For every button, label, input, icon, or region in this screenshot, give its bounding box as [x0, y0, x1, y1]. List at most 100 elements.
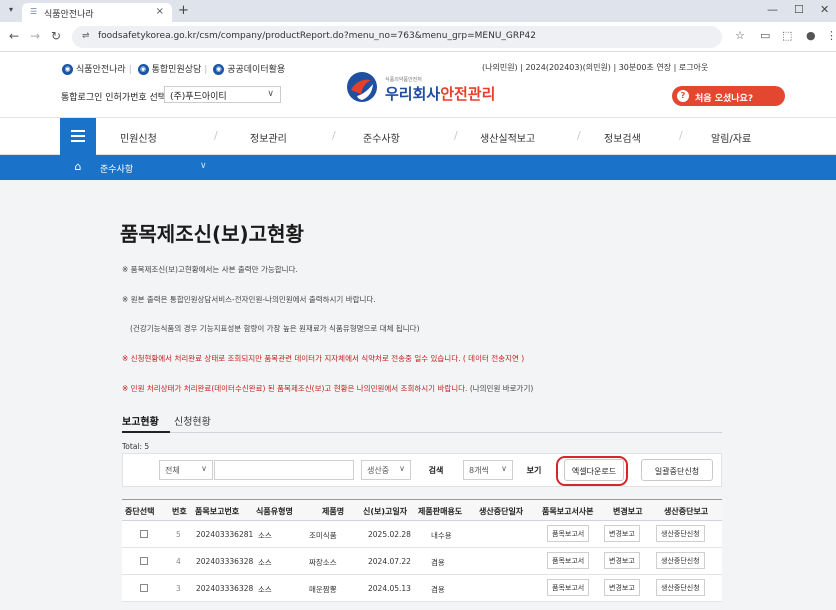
kebab-menu-icon[interactable]: ⋮ [826, 29, 836, 42]
status-select[interactable]: 생산중 ∨ [361, 460, 411, 480]
hamburger-menu-icon[interactable] [60, 118, 96, 155]
change-report-button[interactable]: 변경보고 [604, 552, 640, 569]
quick-link-consult[interactable]: 통합민원상담 [152, 65, 202, 75]
tab-title: 식품안전나라 [44, 10, 94, 20]
nav-item-compliance[interactable]: 준수사항 [363, 130, 400, 145]
cell-number: 4 [176, 557, 181, 566]
table-header: 중단선택 번호 품목보고번호 식품유형명 제품명 신(보)고일자 제품판매용도 … [122, 499, 722, 521]
th-stop-report: 생산중단보고 [664, 507, 709, 516]
site-header: ◉ 식품안전나라 | ◉ 통합민원상담 | ◉ 공공데이터활용 통합로그인 인허가번호 선… [0, 52, 836, 117]
th-select: 중단선택 [125, 507, 155, 516]
profile-icon[interactable]: ● [806, 29, 816, 42]
browser-tab[interactable]: ☰ 식품안전나라 × [22, 3, 172, 22]
search-button[interactable]: 검색 [419, 460, 453, 480]
nav-divider: / [679, 129, 683, 142]
url-text: foodsafetykorea.go.kr/csm/company/produc… [98, 31, 537, 41]
breadcrumb-bar: ⌂ 준수사항 ∨ [0, 155, 836, 180]
stop-production-button[interactable]: 생산중단신청 [656, 525, 705, 542]
search-input[interactable] [214, 460, 354, 480]
tab-search-icon[interactable]: ▾ [4, 5, 18, 17]
th-number: 번호 [172, 507, 187, 516]
page-size-select[interactable]: 8개씩 ∨ [463, 460, 513, 480]
close-tab-icon[interactable]: × [156, 6, 164, 17]
nav-divider: / [332, 129, 336, 142]
notice-my-complaints: ※ 민원 처리상태가 처리완료(데이터수신완료) 된 품목제조신(보)고 현황은… [122, 384, 534, 393]
reload-icon[interactable]: ↻ [51, 29, 61, 43]
nav-item-application[interactable]: 민원신청 [120, 130, 157, 145]
notice-original-print: ※ 원본 출력은 통합민원상담서비스-전자민원-나의민원에서 출력하시기 바랍니… [122, 295, 376, 304]
tab-divider [122, 432, 722, 433]
minimize-button[interactable]: — [767, 3, 778, 16]
quick-link-foodsafety[interactable]: 식품안전나라 [76, 65, 126, 75]
quick-link-opendata[interactable]: 공공데이터활용 [227, 65, 285, 75]
row-checkbox[interactable] [140, 557, 148, 565]
table-row: 5 202403336281 소스 조미식품 2025.02.28 내수용 품목… [122, 521, 722, 548]
view-button[interactable]: 보기 [519, 460, 549, 480]
logo-mark-icon [347, 72, 377, 102]
window-close-button[interactable]: ✕ [820, 3, 829, 16]
logo-ministry-text: 식품의약품안전처 [385, 77, 422, 83]
cell-usage: 겸용 [431, 585, 445, 594]
url-field[interactable]: ⇌ foodsafetykorea.go.kr/csm/company/prod… [72, 26, 722, 48]
cell-product: 매운짬뽕 [309, 585, 337, 594]
cell-report-date: 2024.07.22 [368, 557, 411, 566]
nav-item-notice[interactable]: 알림/자료 [711, 130, 751, 145]
cell-number: 5 [176, 530, 181, 539]
nav-divider: / [214, 129, 218, 142]
company-select[interactable]: (주)푸드아이티 ∨ [164, 86, 281, 103]
site-logo[interactable]: 식품의약품안전처 우리회사안전관리 [345, 70, 495, 106]
breadcrumb-compliance[interactable]: 준수사항 [100, 162, 133, 175]
cell-usage: 겸용 [431, 558, 445, 567]
chevron-down-icon[interactable]: ∨ [200, 161, 207, 171]
filter-bar: 전체 ∨ 생산중 ∨ 검색 8개씩 ∨ 보기 엑셀다운로드 일괄중단신청 [122, 453, 722, 487]
first-visit-help-button[interactable]: ? 처음 오셨나요? [672, 86, 785, 106]
maximize-button[interactable]: ☐ [794, 3, 804, 16]
tab-application-status[interactable]: 신청현황 [174, 413, 211, 428]
my-complaints-link[interactable]: (나의민원 바로가기) [470, 384, 533, 393]
extensions-icon[interactable]: ⬚ [782, 29, 792, 42]
notice-health-food: (건강기능식품의 경우 기능지표성분 함량이 가장 높은 원재료가 식품유형명으… [130, 324, 420, 333]
change-report-button[interactable]: 변경보고 [604, 525, 640, 542]
nav-item-info-management[interactable]: 정보관리 [250, 130, 287, 145]
scope-select[interactable]: 전체 ∨ [159, 460, 213, 480]
site-info-icon[interactable]: ⇌ [82, 31, 90, 41]
report-copy-button[interactable]: 품목보고서 [547, 579, 590, 596]
stop-production-button[interactable]: 생산중단신청 [656, 579, 705, 596]
cell-usage: 내수용 [431, 531, 452, 540]
back-icon[interactable]: ← [9, 29, 19, 43]
address-bar-row: ← → ↻ ⇌ foodsafetykorea.go.kr/csm/compan… [0, 22, 836, 52]
report-copy-button[interactable]: 품목보고서 [547, 525, 590, 542]
new-tab-button[interactable]: + [178, 3, 189, 18]
favicon-icon: ☰ [30, 7, 38, 16]
nav-item-production-report[interactable]: 생산실적보고 [480, 130, 535, 145]
nav-item-info-search[interactable]: 정보검색 [604, 130, 641, 145]
cell-food-type: 소스 [258, 585, 272, 594]
th-report-date: 신(보)고일자 [363, 507, 408, 516]
change-report-button[interactable]: 변경보고 [604, 579, 640, 596]
row-checkbox[interactable] [140, 584, 148, 592]
stop-production-button[interactable]: 생산중단신청 [656, 552, 705, 569]
main-navigation: 민원신청 / 정보관리 / 준수사항 / 생산실적보고 / 정보검색 / 알림/… [0, 117, 836, 155]
bulk-stop-button[interactable]: 일괄중단신청 [641, 459, 713, 481]
nav-divider: / [454, 129, 458, 142]
th-food-type: 식품유형명 [256, 507, 293, 516]
forward-icon[interactable]: → [30, 29, 40, 43]
report-copy-button[interactable]: 품목보고서 [547, 552, 590, 569]
user-info-bar[interactable]: (나의민원) | 2024(202403)(의민원) | 30분00초 연장 |… [482, 62, 708, 73]
home-icon[interactable]: ⌂ [63, 160, 93, 175]
logo-title: 우리회사안전관리 [385, 85, 496, 103]
chevron-down-icon: ∨ [267, 89, 274, 99]
active-tab-indicator [122, 431, 170, 433]
cell-report-no: 202403336281 [196, 530, 254, 539]
cast-icon[interactable]: ▭ [760, 29, 770, 42]
quick-links: ◉ 식품안전나라 | ◉ 통합민원상담 | ◉ 공공데이터활용 [62, 62, 285, 75]
th-product: 제품명 [322, 507, 345, 516]
tab-report-status[interactable]: 보고현황 [122, 413, 159, 428]
row-checkbox[interactable] [140, 530, 148, 538]
notice-copy-only: ※ 품목제조신(보)고현황에서는 사본 출력만 가능합니다. [122, 265, 298, 274]
th-report-copy: 품목보고서사본 [542, 507, 594, 516]
th-usage: 제품판매용도 [418, 507, 463, 516]
bookmark-star-icon[interactable]: ☆ [735, 29, 745, 42]
nav-divider: / [577, 129, 581, 142]
link-icon: ◉ [137, 64, 149, 75]
